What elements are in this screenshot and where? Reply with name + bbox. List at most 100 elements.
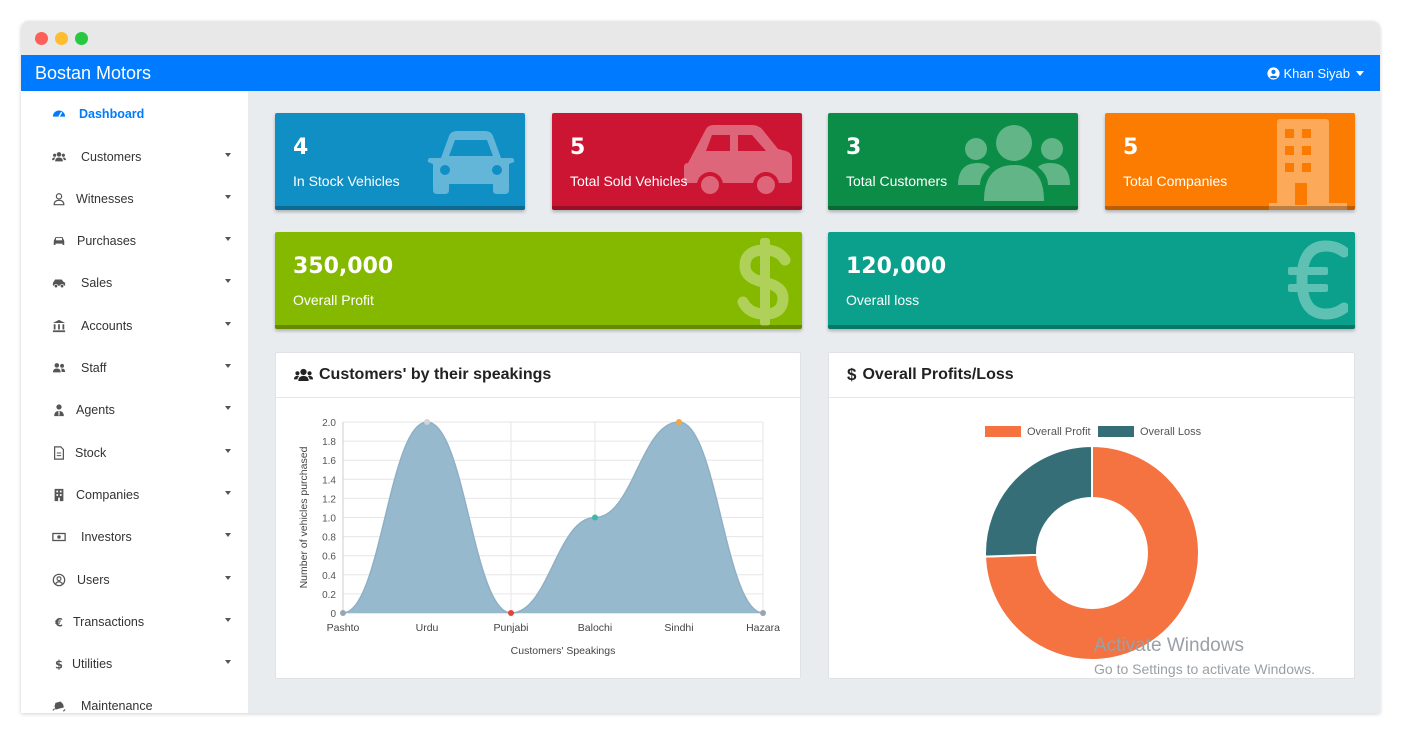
stat-card-in-stock[interactable]: 4 In Stock Vehicles (275, 113, 525, 210)
data-point[interactable] (508, 610, 514, 616)
data-point[interactable] (760, 610, 766, 616)
stat-card-companies[interactable]: 5 Total Companies (1105, 113, 1355, 210)
sidebar-item-label: Witnesses (76, 192, 134, 206)
panel-title: Overall Profits/Loss (862, 366, 1014, 383)
browser-window: Bostan Motors Khan Siyab Dashboard Custom… (21, 21, 1380, 713)
sidebar-item-label: Stock (75, 446, 107, 460)
data-point[interactable] (424, 419, 430, 425)
caret-down-icon (225, 153, 231, 157)
sidebar-item-users[interactable]: Users (21, 565, 248, 595)
profits-donut-chart: Overall Profit Overall Loss (984, 426, 1202, 661)
sidebar-item-agents[interactable]: Agents (21, 395, 248, 425)
card-footer-bar (275, 325, 802, 329)
activate-windows-subtitle: Go to Settings to activate Windows. (1094, 661, 1315, 677)
speakings-area-chart: 0 0.2 0.4 0.6 0.8 1.0 1.2 1.4 1.6 1.8 2.0 Pashto Urd… (298, 418, 780, 657)
user-circle-icon (51, 573, 67, 587)
stat-card-customers[interactable]: 3 Total Customers (828, 113, 1078, 210)
file-icon (51, 446, 67, 460)
stat-value: 350,000 (293, 254, 394, 279)
euro-icon: € (51, 615, 67, 629)
sidebar-item-label: Utilities (72, 657, 113, 671)
caret-down-icon (225, 279, 231, 283)
sidebar-item-label: Agents (76, 403, 115, 417)
y-tick-label: 1.0 (322, 514, 336, 525)
user-icon (51, 192, 67, 206)
sidebar-item-label: Purchases (77, 234, 137, 248)
y-tick-label: 0 (330, 609, 336, 620)
sidebar-item-companies[interactable]: Companies (21, 480, 248, 510)
panel-header: $ Overall Profits/Loss (829, 353, 1354, 398)
x-tick-label: Urdu (416, 622, 439, 634)
data-point[interactable] (340, 610, 346, 616)
card-footer-bar (828, 206, 1078, 210)
panel-header: Customers' by their speakings (276, 353, 800, 398)
sidebar-item-accounts[interactable]: Accounts (21, 311, 248, 341)
x-tick-label: Punjabi (493, 622, 528, 634)
caret-down-icon (225, 449, 231, 453)
users-icon (51, 150, 67, 164)
stat-value: 5 (570, 135, 586, 160)
stat-label: Total Sold Vehicles (570, 173, 688, 189)
sidebar-item-label: Customers (81, 150, 142, 164)
y-tick-label: 1.6 (322, 456, 336, 467)
sidebar-item-purchases[interactable]: Purchases (21, 226, 248, 256)
dashboard-icon (51, 107, 67, 121)
data-point[interactable] (592, 514, 598, 521)
brand-title[interactable]: Bostan Motors (35, 63, 151, 84)
sidebar-item-label: Staff (81, 361, 107, 375)
car-front-icon (427, 131, 515, 194)
sidebar-item-transactions[interactable]: € Transactions (21, 607, 248, 637)
user-name: Khan Siyab (1283, 66, 1351, 81)
stat-label: Overall Profit (293, 292, 374, 308)
profits-chart-panel: $ Overall Profits/Loss Overall Profit Ove… (828, 352, 1355, 679)
sidebar-item-witnesses[interactable]: Witnesses (21, 184, 248, 214)
sidebar-item-label: Maintenance (81, 699, 153, 713)
stat-card-overall-profit[interactable]: 350,000 Overall Profit (275, 232, 802, 329)
donut-slice[interactable] (984, 444, 1093, 558)
sidebar-item-label: Accounts (81, 319, 133, 333)
maximize-window-button[interactable] (75, 32, 88, 45)
stat-card-overall-loss[interactable]: 120,000 Overall loss (828, 232, 1355, 329)
y-tick-label: 0.4 (322, 571, 336, 582)
stat-label: Total Customers (846, 173, 948, 189)
stat-value: 3 (846, 135, 862, 160)
sidebar-item-customers[interactable]: Customers (21, 142, 248, 172)
caret-down-icon (225, 322, 231, 326)
building-icon (51, 488, 67, 502)
close-window-button[interactable] (35, 32, 48, 45)
stat-value: 4 (293, 135, 309, 160)
legend-label[interactable]: Overall Profit (1027, 426, 1091, 438)
window-titlebar (21, 21, 1380, 55)
x-tick-label: Balochi (578, 622, 612, 634)
card-footer-bar (828, 325, 1355, 329)
sidebar-item-maintenance[interactable]: Maintenance (21, 691, 248, 713)
data-point[interactable] (676, 419, 682, 425)
y-tick-label: 0.8 (322, 533, 336, 544)
stat-card-sold[interactable]: 5 Total Sold Vehicles (552, 113, 802, 210)
sidebar-item-utilities[interactable]: $ Utilities (21, 649, 248, 679)
activate-windows-title: Activate Windows (1094, 635, 1244, 656)
caret-down-icon (225, 618, 231, 622)
y-tick-label: 1.2 (322, 494, 336, 505)
sidebar-item-investors[interactable]: Investors (21, 522, 248, 552)
sidebar-item-label: Transactions (73, 615, 145, 629)
caret-down-icon (225, 406, 231, 410)
sidebar-item-stock[interactable]: Stock (21, 438, 248, 468)
sidebar-item-label: Investors (81, 530, 132, 544)
legend-swatch (1098, 426, 1134, 437)
legend-label[interactable]: Overall Loss (1140, 426, 1202, 438)
y-tick-label: 1.8 (322, 437, 336, 448)
y-tick-label: 0.2 (322, 590, 336, 601)
stat-value: 120,000 (846, 254, 947, 279)
sidebar-item-staff[interactable]: Staff (21, 353, 248, 383)
sidebar-item-sales[interactable]: Sales (21, 268, 248, 298)
sidebar: Dashboard Customers Witnesses Purchases Sale… (21, 91, 248, 713)
user-circle-icon (1266, 67, 1280, 80)
minimize-window-button[interactable] (55, 32, 68, 45)
caret-down-icon (225, 195, 231, 199)
car-side-icon (51, 276, 67, 290)
x-tick-label: Pashto (327, 622, 360, 634)
legend-swatch (985, 426, 1021, 437)
user-menu[interactable]: Khan Siyab (1266, 66, 1364, 81)
sidebar-item-dashboard[interactable]: Dashboard (21, 99, 248, 129)
